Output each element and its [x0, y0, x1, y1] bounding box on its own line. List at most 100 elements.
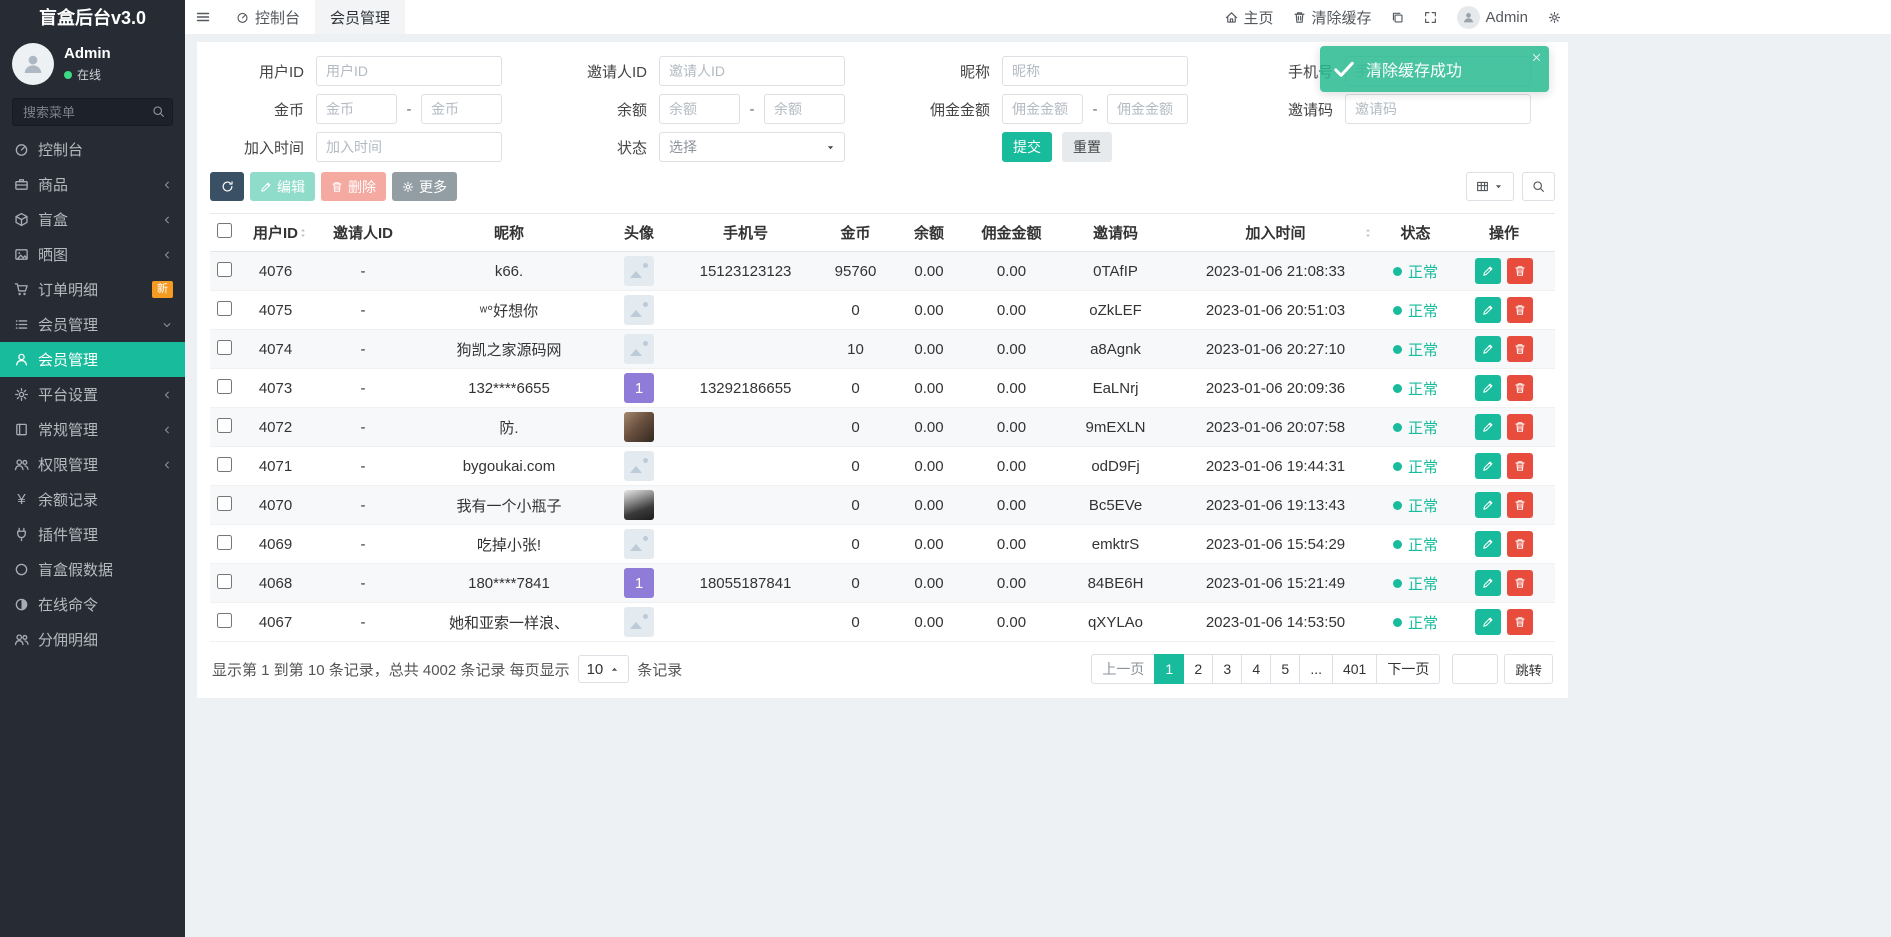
close-icon[interactable]	[1531, 52, 1542, 63]
header-user-id[interactable]: 用户ID	[238, 214, 313, 252]
delete-button[interactable]: 删除	[321, 172, 386, 201]
home-link[interactable]: 主页	[1225, 7, 1273, 28]
page-button[interactable]: 4	[1241, 654, 1271, 684]
sidebar-item-fake-data[interactable]: 盲盒假数据	[0, 552, 185, 587]
row-delete-button[interactable]	[1507, 453, 1533, 479]
menu-search-input[interactable]	[12, 98, 173, 126]
sort-icon[interactable]	[1362, 227, 1374, 239]
header-join-time[interactable]: 加入时间	[1173, 214, 1378, 252]
gold-max-input[interactable]	[421, 94, 502, 124]
row-edit-button[interactable]	[1475, 570, 1501, 596]
row-checkbox[interactable]	[217, 496, 232, 511]
row-checkbox[interactable]	[217, 340, 232, 355]
avatar[interactable]	[624, 295, 654, 325]
tab-members[interactable]: 会员管理	[315, 0, 405, 34]
inviter-id-input[interactable]	[659, 56, 845, 86]
commission-min-input[interactable]	[1002, 94, 1083, 124]
row-delete-button[interactable]	[1507, 492, 1533, 518]
invite-code-input[interactable]	[1345, 94, 1531, 124]
row-checkbox[interactable]	[217, 262, 232, 277]
sort-icon[interactable]	[297, 227, 309, 239]
sidebar-item-dashboard[interactable]: 控制台	[0, 132, 185, 167]
row-checkbox[interactable]	[217, 301, 232, 316]
sidebar-item-general[interactable]: 常规管理	[0, 412, 185, 447]
sidebar-item-members-parent[interactable]: 会员管理	[0, 307, 185, 342]
edit-button[interactable]: 编辑	[250, 172, 315, 201]
fullscreen-button[interactable]	[1424, 11, 1437, 24]
sidebar-item-online-command[interactable]: 在线命令	[0, 587, 185, 622]
sidebar-item-platform-settings[interactable]: 平台设置	[0, 377, 185, 412]
row-delete-button[interactable]	[1507, 375, 1533, 401]
jump-page-input[interactable]	[1452, 654, 1498, 684]
row-delete-button[interactable]	[1507, 297, 1533, 323]
sidebar-item-photos[interactable]: 晒图	[0, 237, 185, 272]
balance-min-input[interactable]	[659, 94, 740, 124]
table-row[interactable]: 4072 - 防. 0 0.00 0.00 9mEXLN 2023-01-06 …	[210, 408, 1555, 447]
table-row[interactable]: 4073 - 132****6655 1 13292186655 0 0.00 …	[210, 369, 1555, 408]
table-row[interactable]: 4067 - 她和亚索一样浪、 0 0.00 0.00 qXYLAo 2023-…	[210, 603, 1555, 642]
avatar[interactable]	[624, 490, 654, 520]
clear-cache-button[interactable]: 清除缓存	[1293, 7, 1371, 28]
row-edit-button[interactable]	[1475, 297, 1501, 323]
page-button[interactable]: ...	[1299, 654, 1333, 684]
copy-button[interactable]	[1391, 11, 1404, 24]
user-menu[interactable]: Admin	[1457, 6, 1528, 29]
row-edit-button[interactable]	[1475, 375, 1501, 401]
commission-max-input[interactable]	[1107, 94, 1188, 124]
row-edit-button[interactable]	[1475, 414, 1501, 440]
row-delete-button[interactable]	[1507, 414, 1533, 440]
nickname-input[interactable]	[1002, 56, 1188, 86]
row-delete-button[interactable]	[1507, 258, 1533, 284]
submit-button[interactable]: 提交	[1002, 132, 1052, 162]
prev-page-button[interactable]: 上一页	[1091, 654, 1155, 684]
sidebar-item-plugins[interactable]: 插件管理	[0, 517, 185, 552]
row-edit-button[interactable]	[1475, 453, 1501, 479]
table-row[interactable]: 4074 - 狗凯之家源码网 10 0.00 0.00 a8Agnk 2023-…	[210, 330, 1555, 369]
sidebar-item-permissions[interactable]: 权限管理	[0, 447, 185, 482]
row-checkbox[interactable]	[217, 457, 232, 472]
balance-max-input[interactable]	[764, 94, 845, 124]
avatar[interactable]: 1	[624, 568, 654, 598]
row-edit-button[interactable]	[1475, 258, 1501, 284]
refresh-button[interactable]	[210, 172, 244, 201]
table-row[interactable]: 4075 - ʷ°好想你 0 0.00 0.00 oZkLEF 2023-01-…	[210, 291, 1555, 330]
sidebar-item-members[interactable]: 会员管理	[0, 342, 185, 377]
row-delete-button[interactable]	[1507, 570, 1533, 596]
avatar[interactable]	[624, 607, 654, 637]
row-edit-button[interactable]	[1475, 531, 1501, 557]
avatar[interactable]	[624, 529, 654, 559]
avatar[interactable]	[624, 334, 654, 364]
row-edit-button[interactable]	[1475, 492, 1501, 518]
select-all-checkbox[interactable]	[217, 223, 232, 238]
avatar[interactable]	[624, 412, 654, 442]
sidebar-item-orders[interactable]: 订单明细新	[0, 272, 185, 307]
page-button[interactable]: 401	[1332, 654, 1377, 684]
row-delete-button[interactable]	[1507, 336, 1533, 362]
table-row[interactable]: 4069 - 吃掉小张! 0 0.00 0.00 emktrS 2023-01-…	[210, 525, 1555, 564]
user-id-input[interactable]	[316, 56, 502, 86]
gold-min-input[interactable]	[316, 94, 397, 124]
sidebar-toggle-button[interactable]	[185, 0, 221, 34]
join-time-input[interactable]	[316, 132, 502, 162]
row-checkbox[interactable]	[217, 613, 232, 628]
page-button[interactable]: 5	[1270, 654, 1300, 684]
row-edit-button[interactable]	[1475, 609, 1501, 635]
more-button[interactable]: 更多	[392, 172, 457, 201]
next-page-button[interactable]: 下一页	[1376, 654, 1440, 684]
settings-button[interactable]	[1548, 11, 1561, 24]
avatar[interactable]	[624, 451, 654, 481]
row-checkbox[interactable]	[217, 379, 232, 394]
row-checkbox[interactable]	[217, 535, 232, 550]
jump-button[interactable]: 跳转	[1504, 654, 1553, 684]
reset-button[interactable]: 重置	[1062, 132, 1112, 162]
row-delete-button[interactable]	[1507, 531, 1533, 557]
page-size-select[interactable]: 10	[578, 655, 630, 683]
row-delete-button[interactable]	[1507, 609, 1533, 635]
search-toggle-button[interactable]	[1522, 172, 1555, 201]
row-checkbox[interactable]	[217, 418, 232, 433]
page-button[interactable]: 1	[1154, 654, 1184, 684]
table-row[interactable]: 4068 - 180****7841 1 18055187841 0 0.00 …	[210, 564, 1555, 603]
page-button[interactable]: 3	[1212, 654, 1242, 684]
table-row[interactable]: 4076 - k66. 15123123123 95760 0.00 0.00 …	[210, 252, 1555, 291]
avatar[interactable]	[624, 256, 654, 286]
